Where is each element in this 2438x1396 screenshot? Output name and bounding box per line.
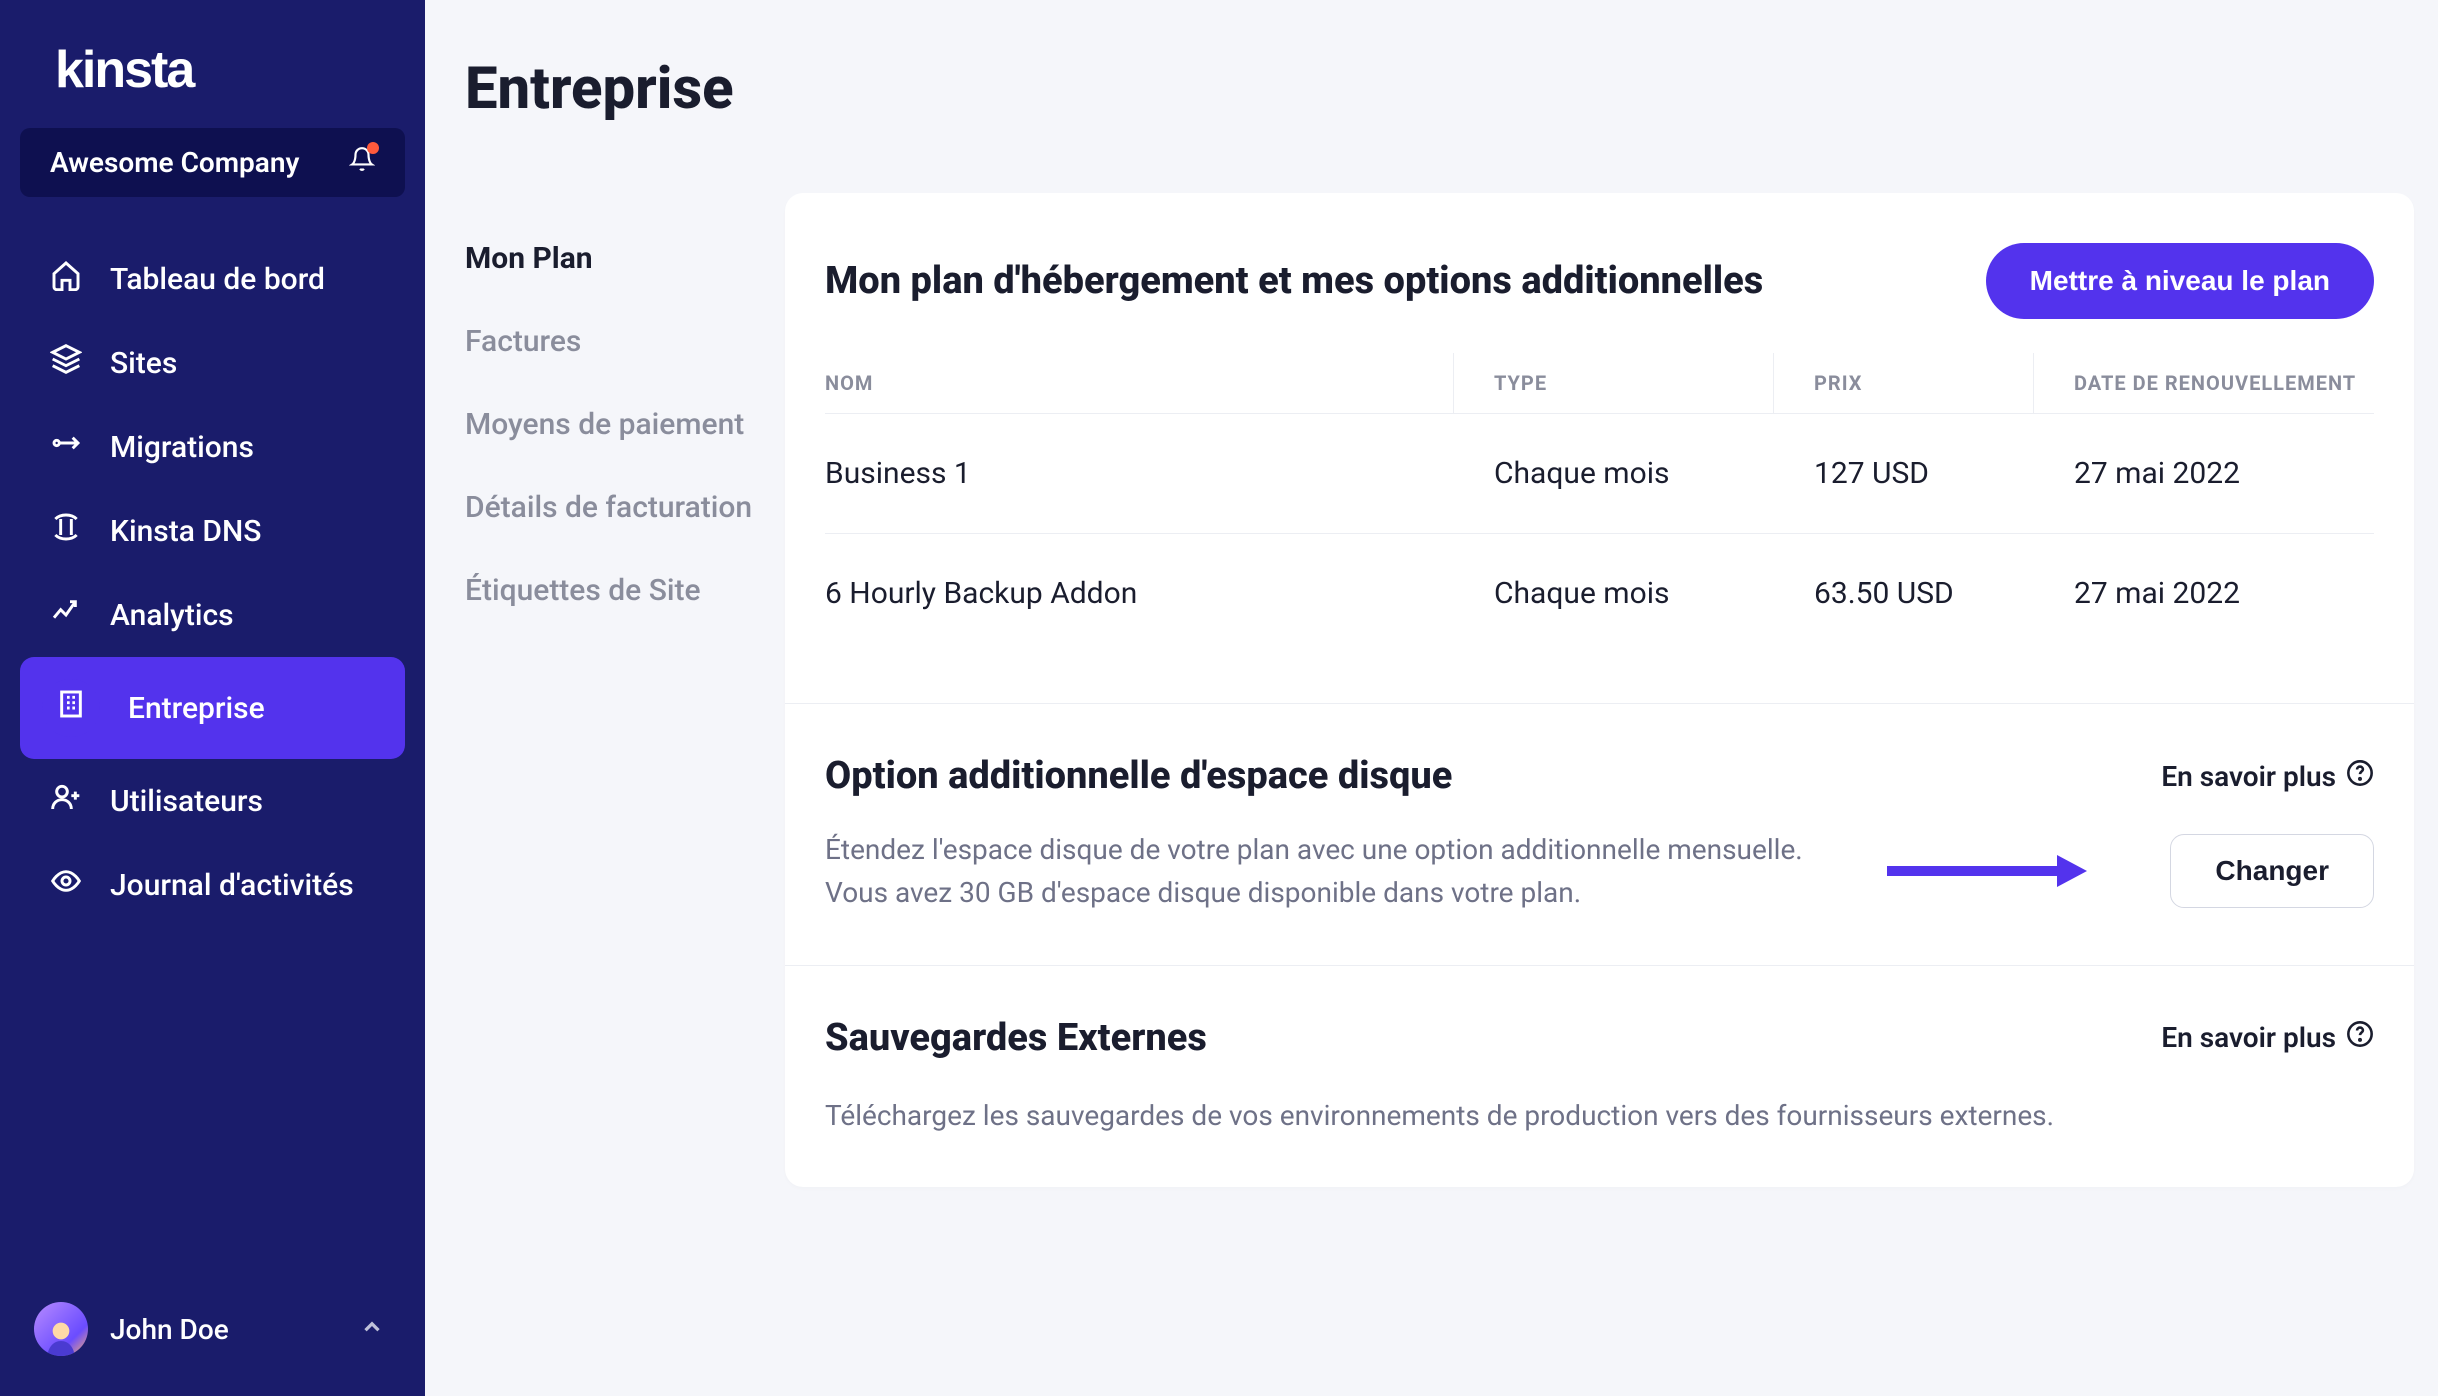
primary-nav: Tableau de bord Sites Migrations Kinsta …	[0, 237, 425, 1272]
notification-indicator	[367, 142, 379, 154]
logo[interactable]: kinsta	[0, 40, 425, 120]
building-icon	[42, 679, 100, 737]
sidebar-item-analytics[interactable]: Analytics	[20, 573, 405, 657]
dns-icon	[50, 511, 82, 551]
arrow-right-icon	[1887, 851, 2087, 891]
backup-section: Sauvegardes Externes En savoir plus Télé…	[785, 966, 2414, 1187]
sidebar-item-sites[interactable]: Sites	[20, 321, 405, 405]
plan-table: NOM TYPE PRIX DATE DE RENOUVELLEMENT Bus…	[825, 353, 2374, 653]
subnav-item-payment-methods[interactable]: Moyens de paiement	[465, 383, 785, 466]
page-title: Entreprise	[465, 55, 2418, 123]
brand-text: kinsta	[55, 41, 193, 99]
cell-name: Business 1	[825, 456, 1454, 491]
cell-renew: 27 mai 2022	[2034, 456, 2374, 491]
col-renew: DATE DE RENOUVELLEMENT	[2034, 353, 2374, 413]
plan-section: Mon plan d'hébergement et mes options ad…	[785, 193, 2414, 704]
user-menu[interactable]: John Doe	[0, 1272, 425, 1396]
subnav-item-invoices[interactable]: Factures	[465, 300, 785, 383]
backup-section-title: Sauvegardes Externes	[825, 1016, 1207, 1060]
cell-type: Chaque mois	[1454, 456, 1774, 491]
sidebar-item-dashboard[interactable]: Tableau de bord	[20, 237, 405, 321]
cell-price: 127 USD	[1774, 456, 2034, 491]
sidebar: kinsta Awesome Company Tableau de bord S…	[0, 0, 425, 1396]
plan-section-title: Mon plan d'hébergement et mes options ad…	[825, 259, 1763, 303]
sidebar-item-label: Kinsta DNS	[110, 514, 261, 549]
analytics-icon	[50, 595, 82, 635]
sidebar-item-dns[interactable]: Kinsta DNS	[20, 489, 405, 573]
table-row: 6 Hourly Backup Addon Chaque mois 63.50 …	[825, 533, 2374, 653]
chevron-up-icon	[359, 1314, 385, 1344]
learn-more-label: En savoir plus	[2161, 760, 2336, 793]
layers-icon	[50, 343, 82, 383]
backup-desc: Téléchargez les sauvegardes de vos envir…	[825, 1094, 2054, 1137]
sidebar-item-entreprise[interactable]: Entreprise	[20, 657, 405, 759]
home-icon	[50, 259, 82, 299]
cell-name: 6 Hourly Backup Addon	[825, 576, 1454, 611]
subnav-item-site-labels[interactable]: Étiquettes de Site	[465, 549, 785, 632]
plan-table-header: NOM TYPE PRIX DATE DE RENOUVELLEMENT	[825, 353, 2374, 413]
notifications-bell-icon[interactable]	[349, 146, 375, 179]
user-name: John Doe	[110, 1313, 337, 1346]
sidebar-item-activity[interactable]: Journal d'activités	[20, 843, 405, 927]
help-circle-icon	[2346, 759, 2374, 794]
sidebar-item-label: Analytics	[110, 598, 234, 633]
migrate-icon	[50, 427, 82, 467]
content: Entreprise Mon Plan Factures Moyens de p…	[425, 0, 2438, 1396]
sidebar-item-migrations[interactable]: Migrations	[20, 405, 405, 489]
plan-card: Mon plan d'hébergement et mes options ad…	[785, 193, 2414, 1187]
subnav: Mon Plan Factures Moyens de paiement Dét…	[465, 183, 785, 1396]
sidebar-item-users[interactable]: Utilisateurs	[20, 759, 405, 843]
sidebar-item-label: Migrations	[110, 430, 254, 465]
learn-more-disk[interactable]: En savoir plus	[2161, 759, 2374, 794]
company-name: Awesome Company	[50, 146, 299, 179]
cell-price: 63.50 USD	[1774, 576, 2034, 611]
cell-renew: 27 mai 2022	[2034, 576, 2374, 611]
change-disk-button[interactable]: Changer	[2170, 834, 2374, 908]
col-type: TYPE	[1454, 353, 1774, 413]
sidebar-item-label: Sites	[110, 346, 177, 381]
sidebar-item-label: Utilisateurs	[110, 784, 263, 819]
col-name: NOM	[825, 353, 1454, 413]
learn-more-backup[interactable]: En savoir plus	[2161, 1020, 2374, 1055]
company-selector[interactable]: Awesome Company	[20, 128, 405, 197]
disk-section-title: Option additionnelle d'espace disque	[825, 754, 1452, 798]
cell-type: Chaque mois	[1454, 576, 1774, 611]
avatar	[34, 1302, 88, 1356]
sidebar-item-label: Entreprise	[128, 691, 265, 726]
disk-desc: Étendez l'espace disque de votre plan av…	[825, 828, 1803, 915]
table-row: Business 1 Chaque mois 127 USD 27 mai 20…	[825, 413, 2374, 533]
subnav-item-billing-details[interactable]: Détails de facturation	[465, 466, 785, 549]
sidebar-item-label: Tableau de bord	[110, 262, 325, 297]
disk-section: Option additionnelle d'espace disque En …	[785, 704, 2414, 966]
help-circle-icon	[2346, 1020, 2374, 1055]
eye-icon	[50, 865, 82, 905]
user-plus-icon	[50, 781, 82, 821]
subnav-item-plan[interactable]: Mon Plan	[465, 217, 785, 300]
sidebar-item-label: Journal d'activités	[110, 868, 354, 903]
col-price: PRIX	[1774, 353, 2034, 413]
learn-more-label: En savoir plus	[2161, 1021, 2336, 1054]
upgrade-plan-button[interactable]: Mettre à niveau le plan	[1986, 243, 2374, 319]
